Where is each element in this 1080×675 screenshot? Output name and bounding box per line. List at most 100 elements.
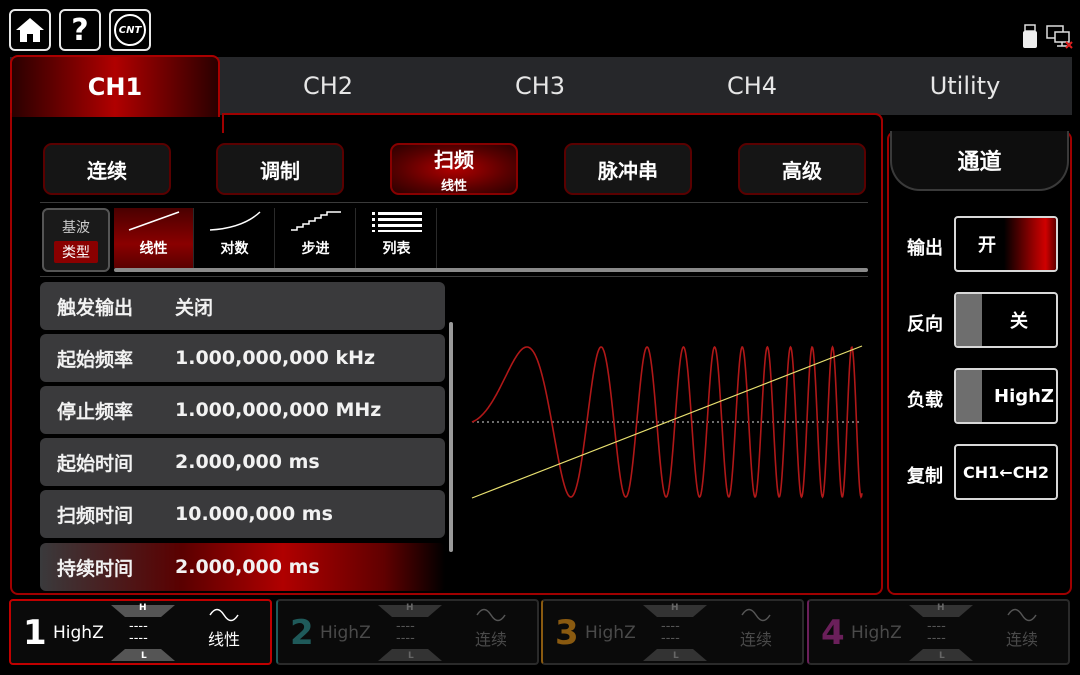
output-toggle[interactable]: 开	[954, 216, 1058, 272]
base-type-label: 基波	[62, 220, 90, 236]
toggle-on-indicator	[1004, 218, 1056, 270]
sine-wave-icon	[741, 608, 771, 622]
help-icon: ?	[71, 12, 89, 48]
mode-label: 扫频	[434, 148, 474, 172]
tab-ch1[interactable]: CH1	[10, 55, 220, 117]
param-label: 触发输出	[57, 296, 134, 319]
tab-label: CH3	[514, 72, 566, 100]
channel-number: 4	[821, 613, 845, 653]
output-value: 开	[978, 235, 996, 256]
high-level-label: H	[139, 603, 147, 613]
side-panel	[887, 131, 1072, 595]
low-level-value: ----	[396, 631, 415, 646]
tab-ch2[interactable]: CH2	[222, 57, 434, 115]
step-sweep-icon	[290, 211, 341, 231]
sweep-type-log[interactable]: 对数	[195, 208, 275, 268]
channel-status-4[interactable]: 4 HighZ H L ---- ---- 连续	[807, 599, 1070, 665]
side-title-text: 通道	[957, 150, 1002, 175]
sweep-type-linear[interactable]: 线性	[114, 208, 194, 268]
param-label: 停止频率	[57, 400, 134, 423]
channel-number: 1	[23, 613, 47, 653]
logo-button[interactable]: CNT	[109, 9, 151, 51]
sine-wave-icon	[209, 608, 239, 622]
high-level-label: H	[671, 603, 679, 613]
list-icon	[371, 212, 422, 232]
mode-sublabel: 线性	[440, 179, 467, 194]
copy-label: 复制	[907, 466, 943, 487]
sweep-type-label: 列表	[382, 241, 411, 257]
tab-ch3[interactable]: CH3	[434, 57, 646, 115]
help-button[interactable]: ?	[59, 9, 101, 51]
param-label: 扫频时间	[57, 504, 134, 527]
low-level-value: ----	[927, 631, 946, 646]
invert-label: 反向	[907, 314, 943, 335]
channel-number: 2	[290, 613, 314, 653]
log-sweep-icon	[209, 211, 261, 231]
mode-label: 调制	[260, 158, 300, 183]
channel-load: HighZ	[851, 623, 902, 643]
sine-wave-icon	[1007, 608, 1037, 622]
tab-utility[interactable]: Utility	[858, 57, 1072, 115]
network-disconnected-icon	[1046, 25, 1073, 49]
param-start-time[interactable]: 起始时间 2.000,000 ms	[40, 438, 445, 486]
toggle-off-indicator	[956, 294, 982, 346]
param-stop-frequency[interactable]: 停止频率 1.000,000,000 MHz	[40, 386, 445, 434]
param-value: 1.000,000,000 kHz	[175, 347, 376, 369]
sweep-type-label: 线性	[139, 241, 168, 257]
tab-label: CH4	[726, 72, 778, 100]
mode-label: 高级	[782, 158, 822, 183]
mode-burst-button[interactable]: 脉冲串	[564, 143, 692, 195]
home-button[interactable]	[9, 9, 51, 51]
low-level-label: L	[141, 651, 147, 661]
param-value: 2.000,000 ms	[175, 556, 320, 578]
mode-modulation-button[interactable]: 调制	[216, 143, 344, 195]
channel-mode: 连续	[474, 630, 507, 649]
load-toggle[interactable]: HighZ	[954, 368, 1058, 424]
low-level-value: ----	[129, 631, 148, 646]
param-start-frequency[interactable]: 起始频率 1.000,000,000 kHz	[40, 334, 445, 382]
param-value: 10.000,000 ms	[175, 503, 333, 525]
mode-label: 连续	[87, 158, 127, 183]
toggle-off-indicator	[956, 370, 982, 422]
copy-channel-button[interactable]: CH1←CH2	[954, 444, 1058, 500]
param-label: 持续时间	[57, 557, 134, 580]
mode-sweep-button[interactable]: 扫频 线性	[390, 143, 518, 195]
channel-load: HighZ	[320, 623, 371, 643]
divider	[40, 202, 868, 203]
high-level-label: H	[406, 603, 414, 613]
invert-value: 关	[1010, 311, 1028, 332]
tab-bar: CH1 CH2 CH3 CH4 Utility	[10, 55, 1072, 117]
mode-continuous-button[interactable]: 连续	[43, 143, 171, 195]
channel-load: HighZ	[585, 623, 636, 643]
channel-settings-title: 通道	[890, 131, 1069, 191]
divider	[40, 276, 868, 277]
param-value: 2.000,000 ms	[175, 451, 320, 473]
param-trigger-output[interactable]: 触发输出 关闭	[40, 282, 445, 330]
channel-status-1[interactable]: 1 HighZ H L ---- ---- 线性	[9, 599, 272, 665]
mode-advanced-button[interactable]: 高级	[738, 143, 866, 195]
param-hold-time[interactable]: 持续时间 2.000,000 ms	[40, 543, 445, 591]
tab-label: CH1	[87, 73, 143, 101]
tab-ch4[interactable]: CH4	[646, 57, 858, 115]
channel-status-3[interactable]: 3 HighZ H L ---- ---- 连续	[541, 599, 804, 665]
param-label: 起始时间	[57, 452, 134, 475]
usb-icon	[1023, 24, 1037, 48]
low-level-label: L	[408, 651, 414, 661]
sweep-type-label: 步进	[301, 241, 330, 257]
horizontal-scrollbar[interactable]	[114, 268, 868, 272]
invert-toggle[interactable]: 关	[954, 292, 1058, 348]
channel-mode: 连续	[1005, 630, 1038, 649]
channel-status-2[interactable]: 2 HighZ H L ---- ---- 连续	[276, 599, 539, 665]
channel-load: HighZ	[53, 623, 104, 643]
copy-value: CH1←CH2	[963, 462, 1049, 482]
linear-sweep-icon	[128, 211, 179, 231]
sweep-type-step[interactable]: 步进	[276, 208, 356, 268]
param-label: 起始频率	[57, 348, 134, 371]
sweep-type-list[interactable]: 列表	[357, 208, 437, 268]
vertical-scrollbar[interactable]	[449, 322, 453, 552]
logo-text: CNT	[118, 24, 142, 36]
sine-wave-icon	[476, 608, 506, 622]
param-sweep-time[interactable]: 扫频时间 10.000,000 ms	[40, 490, 445, 538]
low-level-label: L	[673, 651, 679, 661]
base-type-toggle[interactable]: 基波 类型	[42, 208, 110, 272]
